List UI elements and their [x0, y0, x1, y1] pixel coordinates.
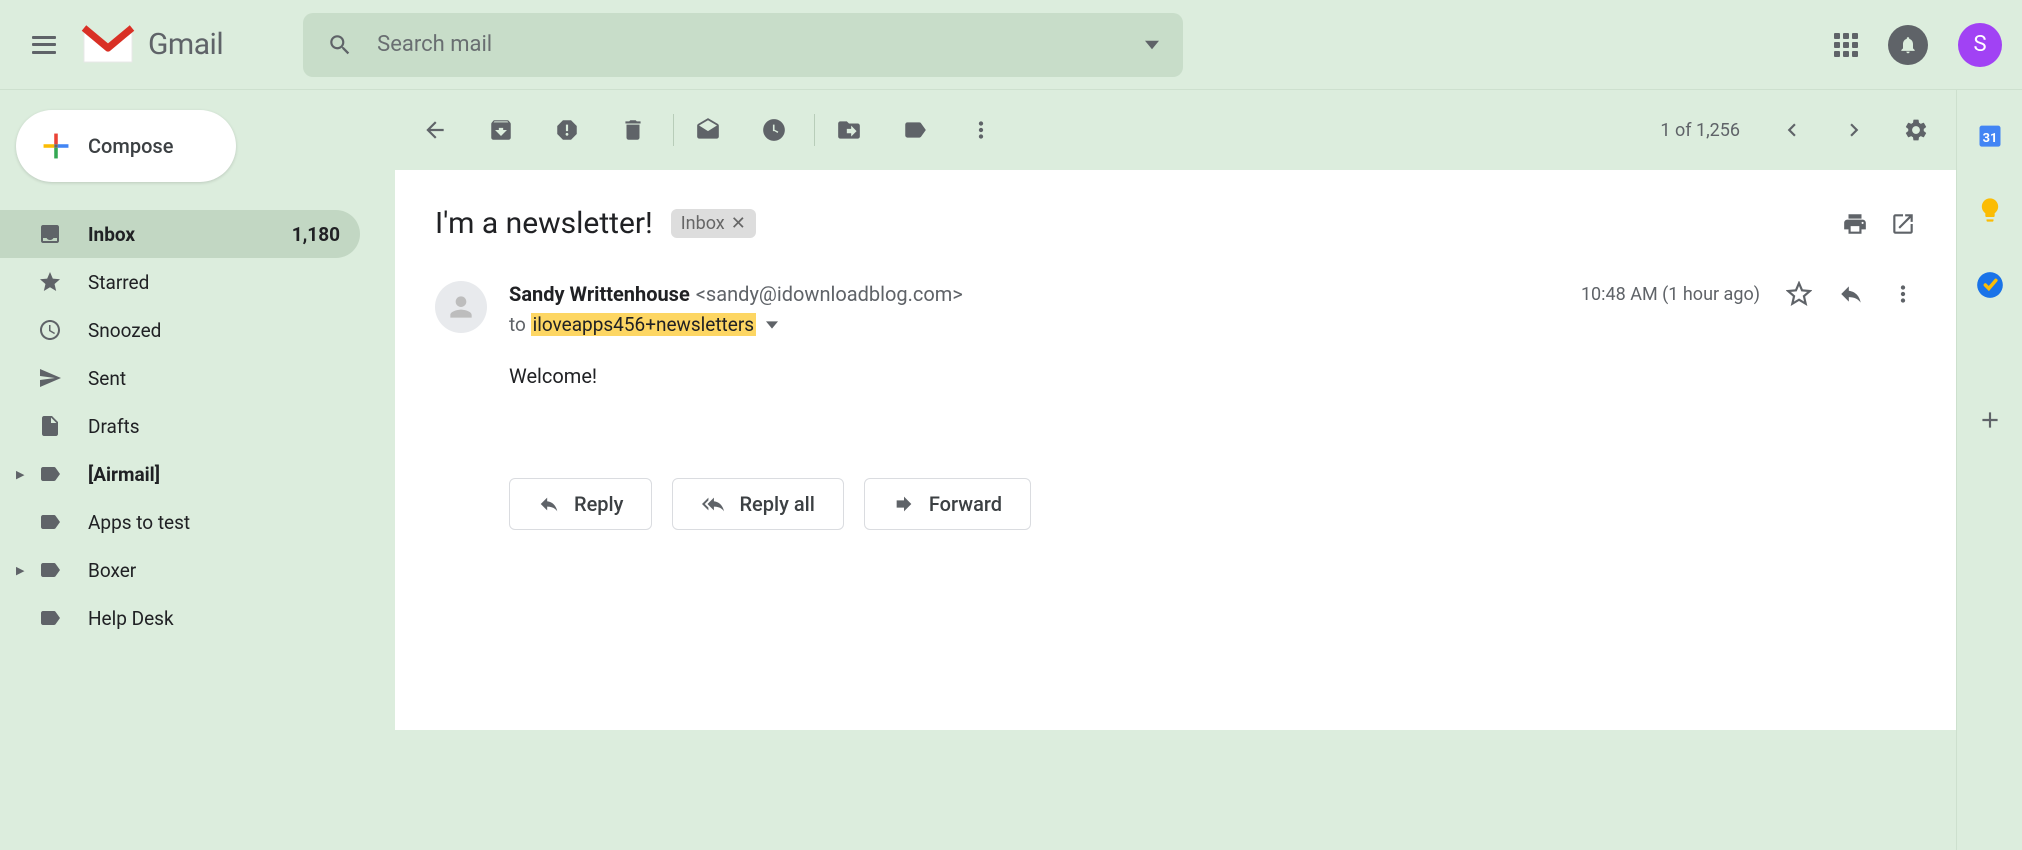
svg-text:31: 31 [1982, 131, 1997, 146]
reply-icon-button[interactable] [1838, 281, 1864, 307]
compose-button[interactable]: Compose [16, 110, 236, 182]
reply-all-label: Reply all [739, 492, 814, 516]
plus-icon [40, 130, 72, 162]
app-header: Gmail S [0, 0, 2022, 90]
folder-label: Inbox [88, 223, 292, 246]
message-body: Welcome! [509, 364, 1916, 388]
search-bar[interactable] [303, 13, 1183, 77]
reply-button[interactable]: Reply [509, 478, 652, 530]
app-name: Gmail [148, 27, 223, 62]
toolbar-separator [814, 114, 815, 146]
toolbar-separator [673, 114, 674, 146]
label-icon [36, 604, 64, 632]
hamburger-icon [32, 36, 56, 54]
message-more-button[interactable] [1890, 281, 1916, 307]
pager-label: 1 of 1,256 [1660, 120, 1740, 141]
search-options-dropdown[interactable] [1145, 40, 1159, 50]
compose-label: Compose [88, 134, 173, 158]
label-icon [36, 508, 64, 536]
chip-remove-icon[interactable]: ✕ [731, 213, 746, 234]
avatar-initial: S [1973, 32, 1986, 57]
folder-label: Boxer [88, 559, 340, 582]
search-input[interactable] [377, 32, 1129, 57]
report-spam-button[interactable] [547, 110, 587, 150]
main-pane: 1 of 1,256 I'm a newsletter! Inbox ✕ [395, 90, 1956, 850]
label-icon [36, 556, 64, 584]
move-to-button[interactable] [829, 110, 869, 150]
account-avatar[interactable]: S [1958, 23, 2002, 67]
print-button[interactable] [1842, 211, 1868, 237]
folder-label: Help Desk [88, 607, 340, 630]
forward-button[interactable]: Forward [864, 478, 1031, 530]
message-timestamp: 10:48 AM (1 hour ago) [1581, 284, 1760, 305]
folder-apps-to-test[interactable]: Apps to test [0, 498, 360, 546]
folder-label: Starred [88, 271, 340, 294]
expand-caret-icon[interactable]: ▶ [16, 468, 30, 481]
sender-name: Sandy Writtenhouse [509, 282, 690, 306]
clock-icon [36, 316, 64, 344]
expand-caret-icon[interactable]: ▶ [16, 564, 30, 577]
chip-label: Inbox [681, 213, 725, 234]
next-button[interactable] [1834, 110, 1874, 150]
get-addons-button[interactable] [1975, 405, 2005, 435]
tasks-addon[interactable] [1975, 270, 2005, 300]
to-prefix: to [509, 313, 526, 336]
google-apps-button[interactable] [1834, 33, 1858, 57]
back-button[interactable] [415, 110, 455, 150]
inbox-label-chip[interactable]: Inbox ✕ [671, 209, 756, 238]
folder-boxer[interactable]: ▶ Boxer [0, 546, 360, 594]
calendar-addon[interactable]: 31 [1975, 120, 2005, 150]
star-toggle[interactable] [1786, 281, 1812, 307]
inbox-icon [36, 220, 64, 248]
mark-unread-button[interactable] [688, 110, 728, 150]
folder-label: Snoozed [88, 319, 340, 342]
folder-label: [Airmail] [88, 463, 340, 486]
more-button[interactable] [961, 110, 1001, 150]
reply-label: Reply [574, 492, 623, 516]
archive-button[interactable] [481, 110, 521, 150]
folder-help-desk[interactable]: Help Desk [0, 594, 360, 642]
delete-button[interactable] [613, 110, 653, 150]
folder-airmail[interactable]: ▶ [Airmail] [0, 450, 360, 498]
main-menu-button[interactable] [20, 21, 68, 69]
keep-addon[interactable] [1975, 195, 2005, 225]
draft-icon [36, 412, 64, 440]
open-new-window-button[interactable] [1890, 211, 1916, 237]
folder-inbox[interactable]: Inbox 1,180 [0, 210, 360, 258]
prev-button[interactable] [1772, 110, 1812, 150]
message-toolbar: 1 of 1,256 [395, 90, 1956, 170]
gmail-m-icon [80, 24, 136, 66]
sender-avatar[interactable] [435, 281, 487, 333]
settings-button[interactable] [1896, 110, 1936, 150]
recipient-details-dropdown[interactable] [766, 321, 778, 329]
label-icon [36, 460, 64, 488]
folder-drafts[interactable]: Drafts [0, 402, 360, 450]
message-card: I'm a newsletter! Inbox ✕ Sandy Writtenh… [395, 170, 1956, 730]
sidebar: Compose Inbox 1,180 Starred Snoozed Sent… [0, 90, 370, 850]
folder-label: Sent [88, 367, 340, 390]
folder-label: Apps to test [88, 511, 340, 534]
sender-email: <sandy@idownloadblog.com> [696, 282, 963, 306]
folder-list: Inbox 1,180 Starred Snoozed Sent Drafts … [0, 210, 370, 642]
folder-sent[interactable]: Sent [0, 354, 360, 402]
reply-all-button[interactable]: Reply all [672, 478, 843, 530]
gmail-logo[interactable]: Gmail [80, 24, 223, 66]
star-icon [36, 268, 64, 296]
search-icon[interactable] [327, 32, 353, 58]
folder-count: 1,180 [292, 223, 340, 246]
folder-snoozed[interactable]: Snoozed [0, 306, 360, 354]
snooze-button[interactable] [754, 110, 794, 150]
forward-label: Forward [929, 492, 1002, 516]
to-address: iloveapps456+newsletters [531, 313, 757, 336]
send-icon [36, 364, 64, 392]
folder-starred[interactable]: Starred [0, 258, 360, 306]
message-subject: I'm a newsletter! [435, 206, 653, 241]
folder-label: Drafts [88, 415, 340, 438]
notifications-button[interactable] [1888, 25, 1928, 65]
right-side-panel: 31 [1956, 90, 2022, 850]
labels-button[interactable] [895, 110, 935, 150]
